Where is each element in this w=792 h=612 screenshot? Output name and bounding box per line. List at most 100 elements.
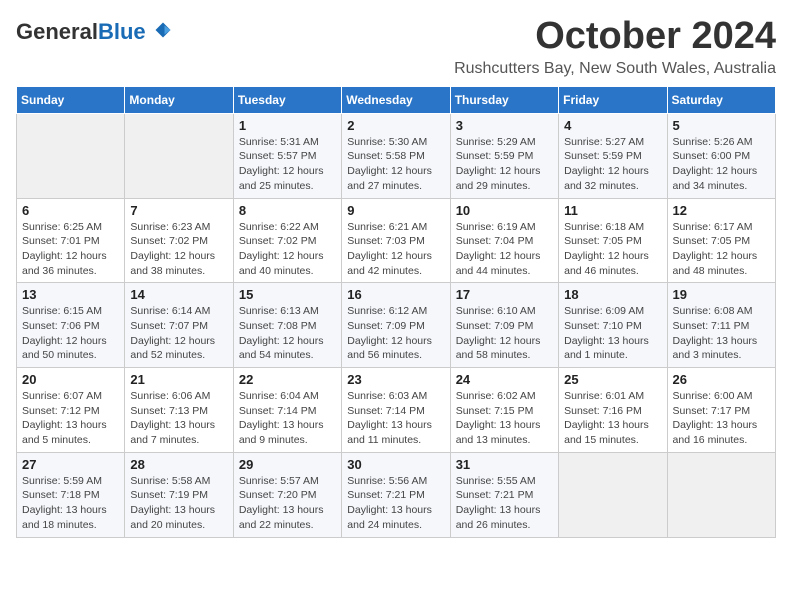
- day-number: 3: [456, 118, 553, 133]
- calendar-cell: 8 Sunrise: 6:22 AM Sunset: 7:02 PM Daylig…: [233, 198, 341, 283]
- calendar-cell: 1 Sunrise: 5:31 AM Sunset: 5:57 PM Daylig…: [233, 113, 341, 198]
- header-cell-sunday: Sunday: [17, 86, 125, 113]
- day-number: 27: [22, 457, 119, 472]
- day-info: Sunrise: 6:00 AM Sunset: 7:17 PM Dayligh…: [673, 389, 770, 448]
- day-info: Sunrise: 5:29 AM Sunset: 5:59 PM Dayligh…: [456, 135, 553, 194]
- logo-icon: [154, 21, 172, 39]
- day-info: Sunrise: 5:55 AM Sunset: 7:21 PM Dayligh…: [456, 474, 553, 533]
- day-info: Sunrise: 6:17 AM Sunset: 7:05 PM Dayligh…: [673, 220, 770, 279]
- calendar-cell: 19 Sunrise: 6:08 AM Sunset: 7:11 PM Dayli…: [667, 283, 775, 368]
- calendar-cell: [559, 452, 667, 537]
- day-info: Sunrise: 6:09 AM Sunset: 7:10 PM Dayligh…: [564, 304, 661, 363]
- title-block: October 2024 Rushcutters Bay, New South …: [454, 16, 776, 78]
- day-number: 8: [239, 203, 336, 218]
- day-number: 26: [673, 372, 770, 387]
- day-number: 9: [347, 203, 444, 218]
- calendar-week-4: 20 Sunrise: 6:07 AM Sunset: 7:12 PM Dayli…: [17, 368, 776, 453]
- calendar-cell: 28Sunrise: 5:58 AM Sunset: 7:19 PM Dayli…: [125, 452, 233, 537]
- logo-blue-text: Blue: [98, 19, 146, 44]
- day-number: 2: [347, 118, 444, 133]
- day-number: 4: [564, 118, 661, 133]
- day-number: 24: [456, 372, 553, 387]
- day-info: Sunrise: 5:58 AM Sunset: 7:19 PM Dayligh…: [130, 474, 227, 533]
- day-number: 6: [22, 203, 119, 218]
- header-cell-monday: Monday: [125, 86, 233, 113]
- day-number: 29: [239, 457, 336, 472]
- location-title: Rushcutters Bay, New South Wales, Austra…: [454, 60, 776, 78]
- day-info: Sunrise: 6:13 AM Sunset: 7:08 PM Dayligh…: [239, 304, 336, 363]
- calendar-cell: 24 Sunrise: 6:02 AM Sunset: 7:15 PM Dayli…: [450, 368, 558, 453]
- day-number: 14: [130, 287, 227, 302]
- month-title: October 2024: [454, 16, 776, 58]
- calendar-body: 1 Sunrise: 5:31 AM Sunset: 5:57 PM Daylig…: [17, 113, 776, 537]
- calendar-cell: 18 Sunrise: 6:09 AM Sunset: 7:10 PM Dayli…: [559, 283, 667, 368]
- calendar-cell: 2Sunrise: 5:30 AM Sunset: 5:58 PM Daylig…: [342, 113, 450, 198]
- day-number: 25: [564, 372, 661, 387]
- day-number: 18: [564, 287, 661, 302]
- day-number: 1: [239, 118, 336, 133]
- day-number: 21: [130, 372, 227, 387]
- calendar-cell: 14 Sunrise: 6:14 AM Sunset: 7:07 PM Dayli…: [125, 283, 233, 368]
- calendar-cell: [667, 452, 775, 537]
- day-number: 5: [673, 118, 770, 133]
- day-info: Sunrise: 5:31 AM Sunset: 5:57 PM Dayligh…: [239, 135, 336, 194]
- day-info: Sunrise: 6:07 AM Sunset: 7:12 PM Dayligh…: [22, 389, 119, 448]
- calendar-cell: 7Sunrise: 6:23 AM Sunset: 7:02 PM Daylig…: [125, 198, 233, 283]
- calendar-week-2: 6 Sunrise: 6:25 AM Sunset: 7:01 PM Daylig…: [17, 198, 776, 283]
- day-info: Sunrise: 6:01 AM Sunset: 7:16 PM Dayligh…: [564, 389, 661, 448]
- day-info: Sunrise: 6:25 AM Sunset: 7:01 PM Dayligh…: [22, 220, 119, 279]
- day-info: Sunrise: 6:14 AM Sunset: 7:07 PM Dayligh…: [130, 304, 227, 363]
- day-info: Sunrise: 5:57 AM Sunset: 7:20 PM Dayligh…: [239, 474, 336, 533]
- day-number: 11: [564, 203, 661, 218]
- header-cell-thursday: Thursday: [450, 86, 558, 113]
- day-info: Sunrise: 6:12 AM Sunset: 7:09 PM Dayligh…: [347, 304, 444, 363]
- calendar-cell: 31Sunrise: 5:55 AM Sunset: 7:21 PM Dayli…: [450, 452, 558, 537]
- header-cell-tuesday: Tuesday: [233, 86, 341, 113]
- calendar-cell: 29 Sunrise: 5:57 AM Sunset: 7:20 PM Dayli…: [233, 452, 341, 537]
- header-cell-friday: Friday: [559, 86, 667, 113]
- calendar-cell: [17, 113, 125, 198]
- day-info: Sunrise: 6:18 AM Sunset: 7:05 PM Dayligh…: [564, 220, 661, 279]
- day-info: Sunrise: 6:03 AM Sunset: 7:14 PM Dayligh…: [347, 389, 444, 448]
- day-number: 15: [239, 287, 336, 302]
- calendar-cell: 13 Sunrise: 6:15 AM Sunset: 7:06 PM Dayli…: [17, 283, 125, 368]
- day-number: 19: [673, 287, 770, 302]
- calendar-cell: 27 Sunrise: 5:59 AM Sunset: 7:18 PM Dayli…: [17, 452, 125, 537]
- day-number: 13: [22, 287, 119, 302]
- calendar-cell: 23 Sunrise: 6:03 AM Sunset: 7:14 PM Dayli…: [342, 368, 450, 453]
- calendar-cell: 17 Sunrise: 6:10 AM Sunset: 7:09 PM Dayli…: [450, 283, 558, 368]
- day-info: Sunrise: 5:56 AM Sunset: 7:21 PM Dayligh…: [347, 474, 444, 533]
- calendar-cell: 9Sunrise: 6:21 AM Sunset: 7:03 PM Daylig…: [342, 198, 450, 283]
- day-info: Sunrise: 6:22 AM Sunset: 7:02 PM Dayligh…: [239, 220, 336, 279]
- day-number: 16: [347, 287, 444, 302]
- day-info: Sunrise: 5:59 AM Sunset: 7:18 PM Dayligh…: [22, 474, 119, 533]
- day-info: Sunrise: 5:27 AM Sunset: 5:59 PM Dayligh…: [564, 135, 661, 194]
- day-info: Sunrise: 5:26 AM Sunset: 6:00 PM Dayligh…: [673, 135, 770, 194]
- day-info: Sunrise: 6:10 AM Sunset: 7:09 PM Dayligh…: [456, 304, 553, 363]
- calendar-cell: 25 Sunrise: 6:01 AM Sunset: 7:16 PM Dayli…: [559, 368, 667, 453]
- day-info: Sunrise: 6:23 AM Sunset: 7:02 PM Dayligh…: [130, 220, 227, 279]
- logo: GeneralBlue: [16, 20, 172, 44]
- day-info: Sunrise: 6:02 AM Sunset: 7:15 PM Dayligh…: [456, 389, 553, 448]
- calendar-cell: 6 Sunrise: 6:25 AM Sunset: 7:01 PM Daylig…: [17, 198, 125, 283]
- calendar-cell: 26 Sunrise: 6:00 AM Sunset: 7:17 PM Dayli…: [667, 368, 775, 453]
- day-info: Sunrise: 6:15 AM Sunset: 7:06 PM Dayligh…: [22, 304, 119, 363]
- day-info: Sunrise: 6:04 AM Sunset: 7:14 PM Dayligh…: [239, 389, 336, 448]
- calendar-cell: 20 Sunrise: 6:07 AM Sunset: 7:12 PM Dayli…: [17, 368, 125, 453]
- day-number: 10: [456, 203, 553, 218]
- logo-general-text: General: [16, 19, 98, 44]
- calendar-cell: 21Sunrise: 6:06 AM Sunset: 7:13 PM Dayli…: [125, 368, 233, 453]
- day-info: Sunrise: 6:19 AM Sunset: 7:04 PM Dayligh…: [456, 220, 553, 279]
- day-number: 23: [347, 372, 444, 387]
- calendar-table: SundayMondayTuesdayWednesdayThursdayFrid…: [16, 86, 776, 538]
- header-cell-saturday: Saturday: [667, 86, 775, 113]
- calendar-week-1: 1 Sunrise: 5:31 AM Sunset: 5:57 PM Daylig…: [17, 113, 776, 198]
- day-info: Sunrise: 6:08 AM Sunset: 7:11 PM Dayligh…: [673, 304, 770, 363]
- day-number: 20: [22, 372, 119, 387]
- calendar-cell: 30 Sunrise: 5:56 AM Sunset: 7:21 PM Dayli…: [342, 452, 450, 537]
- day-number: 17: [456, 287, 553, 302]
- day-number: 12: [673, 203, 770, 218]
- day-number: 30: [347, 457, 444, 472]
- calendar-cell: 15 Sunrise: 6:13 AM Sunset: 7:08 PM Dayli…: [233, 283, 341, 368]
- calendar-cell: 11 Sunrise: 6:18 AM Sunset: 7:05 PM Dayli…: [559, 198, 667, 283]
